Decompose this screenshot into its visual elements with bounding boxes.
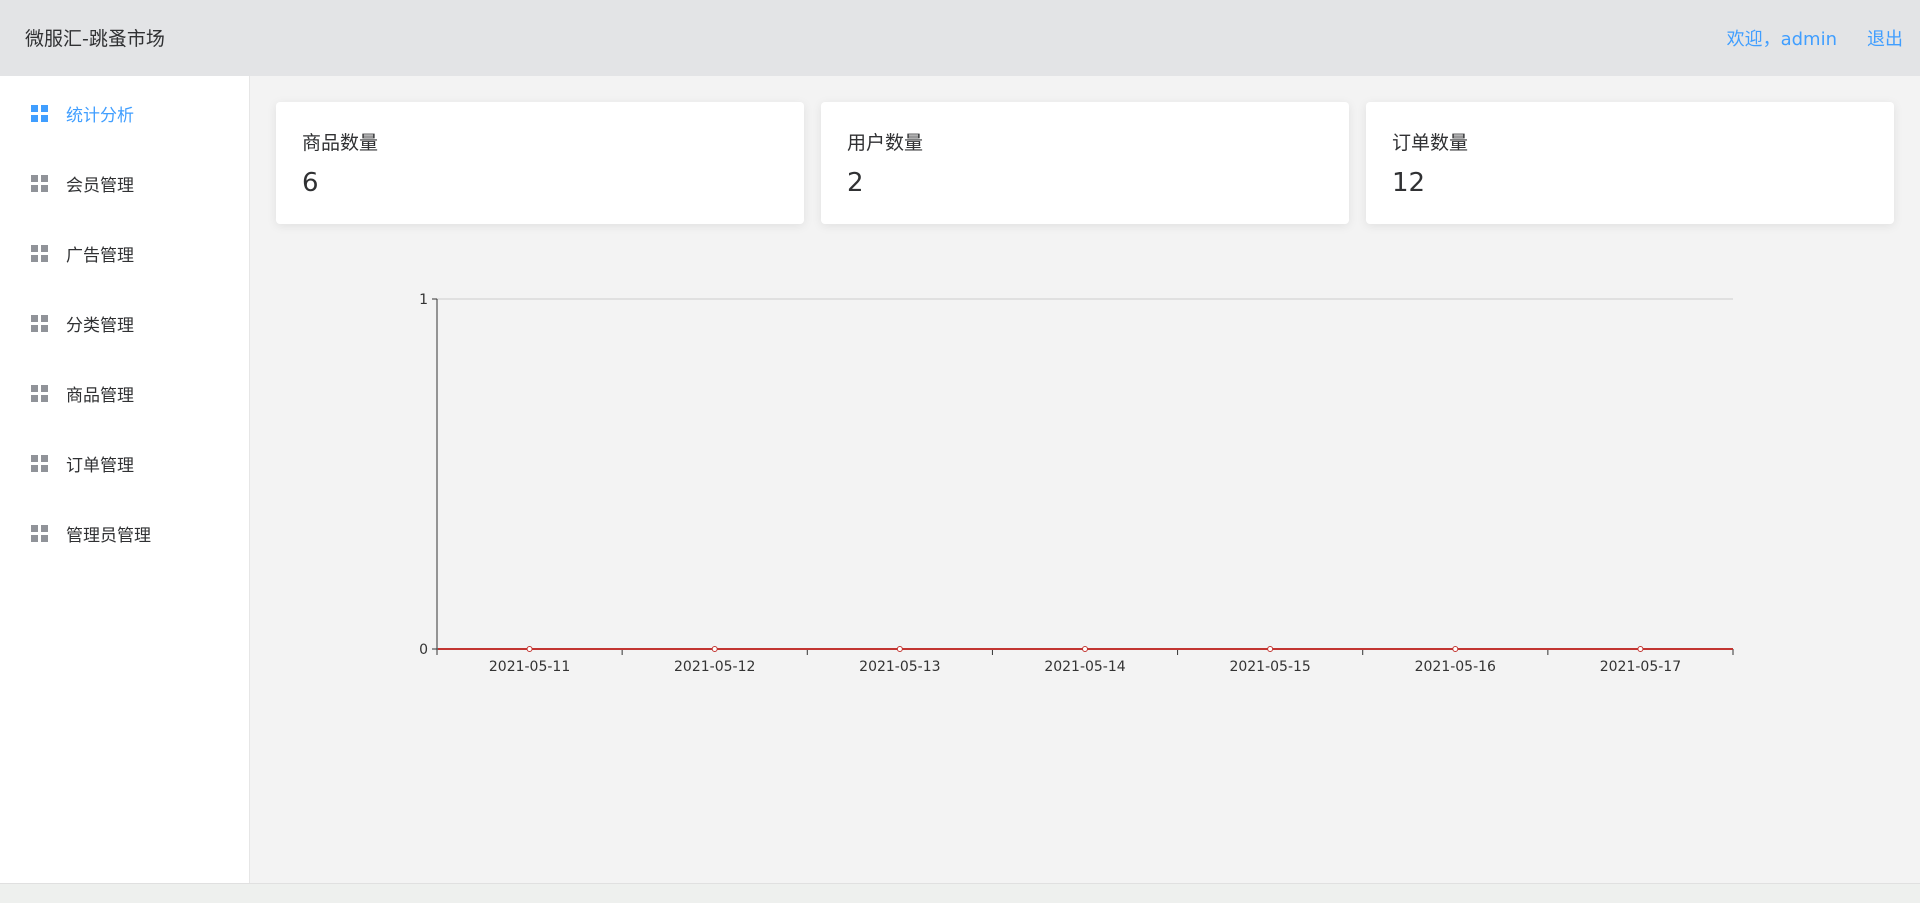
sidebar-item-products[interactable]: 商品管理 (0, 365, 249, 421)
sidebar-item-label: 订单管理 (66, 455, 134, 476)
x-tick-label: 2021-05-12 (674, 659, 755, 675)
x-tick-label: 2021-05-15 (1229, 659, 1310, 675)
order-trend-chart: 0 1 2021-05-11 2021-05-12 2021-05-13 2021-05-… (419, 292, 1734, 675)
grid-icon (31, 314, 48, 332)
sidebar-item-label: 广告管理 (66, 245, 134, 266)
app-title: 微服汇-跳蚤市场 (25, 28, 165, 50)
header-user-area: 欢迎，admin 退出 (1727, 27, 1903, 53)
sidebar-item-label: 统计分析 (66, 105, 134, 126)
data-point (1637, 646, 1644, 652)
x-tick-label: 2021-05-14 (1044, 659, 1125, 675)
sidebar-item-categories[interactable]: 分类管理 (0, 295, 249, 351)
sidebar-item-admins[interactable]: 管理员管理 (0, 505, 249, 561)
data-point (526, 646, 533, 652)
y-tick-label: 1 (419, 292, 428, 308)
data-point (1082, 646, 1088, 652)
grid-icon (31, 524, 48, 542)
data-point (1452, 646, 1459, 652)
x-tick-label: 2021-05-17 (1600, 659, 1681, 675)
grid-icon (31, 174, 48, 192)
app-header: 微服汇-跳蚤市场 欢迎，admin 退出 (0, 0, 1920, 76)
x-tick-label: 2021-05-11 (489, 659, 570, 675)
x-tick-label: 2021-05-13 (859, 659, 940, 675)
logout-link[interactable]: 退出 (1867, 27, 1903, 53)
data-point (1267, 646, 1274, 652)
data-point (896, 646, 903, 652)
y-tick-label: 0 (419, 642, 428, 658)
sidebar-item-label: 分类管理 (66, 315, 134, 336)
sidebar-item-orders[interactable]: 订单管理 (0, 435, 249, 491)
sidebar-item-label: 会员管理 (66, 175, 134, 196)
sidebar-item-members[interactable]: 会员管理 (0, 155, 249, 211)
grid-icon (31, 244, 48, 262)
x-tick-label: 2021-05-16 (1415, 659, 1496, 675)
data-point (711, 646, 718, 652)
sidebar-item-label: 管理员管理 (66, 525, 151, 546)
grid-icon (31, 454, 48, 472)
sidebar-item-statistics[interactable]: 统计分析 (0, 85, 249, 141)
grid-icon (31, 384, 48, 402)
sidebar-menu: 统计分析 会员管理 广告管理 分类管理 商品管理 订单管理 管理员管理 (0, 76, 250, 883)
welcome-user-link[interactable]: 欢迎，admin (1727, 27, 1837, 53)
sidebar-item-label: 商品管理 (66, 385, 134, 406)
window-bottom-strip (0, 883, 1920, 903)
sidebar-item-ads[interactable]: 广告管理 (0, 225, 249, 281)
main-content: 商品数量 6 用户数量 2 订单数量 12 0 1 2021-05-11 2021-0… (250, 76, 1920, 883)
grid-icon (31, 104, 48, 122)
